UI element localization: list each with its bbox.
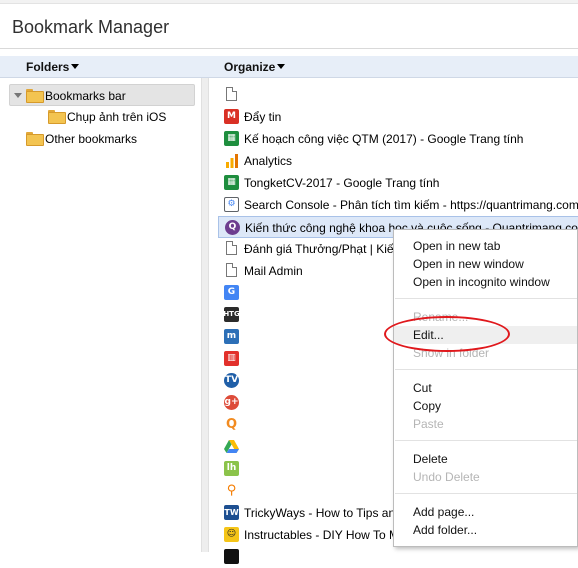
bookmark-row[interactable]: M Đẩy tin [218, 106, 578, 128]
tv-icon: TV [224, 373, 239, 388]
menu-item-open-new-window[interactable]: Open in new window [394, 255, 577, 273]
blank-page-icon [226, 241, 237, 255]
header-divider [0, 48, 578, 49]
menu-item-add-folder[interactable]: Add folder... [394, 521, 577, 539]
bookmark-row[interactable] [218, 546, 578, 568]
bookmark-row[interactable]: ▦ Kế hoạch công việc QTM (2017) - Google … [218, 128, 578, 150]
tree-item-other-bookmarks[interactable]: Other bookmarks [26, 128, 137, 150]
lifehacker-icon: lh [224, 461, 239, 476]
tree-item-label: Bookmarks bar [45, 89, 126, 103]
menu-item-undo-delete: Undo Delete [413, 470, 480, 484]
bookmark-title: Instructables - DIY How To M [244, 528, 399, 542]
bookmark-title: Kế hoạch công việc QTM (2017) - Google T… [244, 132, 524, 146]
tree-item-label: Other bookmarks [45, 132, 138, 146]
instructables-icon: ☺ [224, 527, 239, 542]
bookmark-title: Mail Admin [244, 264, 303, 278]
bookmark-row[interactable]: ⚙ Search Console - Phân tích tìm kiếm - h… [218, 194, 578, 216]
bookmark-row[interactable] [218, 84, 578, 106]
folder-icon [48, 110, 66, 124]
menu-item-copy[interactable]: Copy [394, 397, 577, 415]
bookmark-title: Search Console - Phân tích tìm kiếm - ht… [244, 198, 578, 212]
tree-item-bookmarks-bar[interactable]: Bookmarks bar [9, 84, 195, 106]
bookmark-title: TrickyWays - How to Tips an [244, 506, 396, 520]
google-sheets-icon: ▦ [224, 131, 239, 146]
analytics-icon [224, 153, 239, 168]
context-menu: Open in new tab Open in new window Open … [393, 229, 578, 547]
folders-menu-button[interactable]: Folders [26, 60, 80, 74]
organize-label: Organize [224, 60, 276, 74]
tree-item-chup-anh-ios[interactable]: Chụp ảnh trên iOS [48, 106, 166, 128]
expand-triangle-icon[interactable] [14, 93, 22, 98]
makeuseof-icon: m [224, 329, 239, 344]
dark-site-icon [224, 549, 239, 564]
highlight-annotation-oval [384, 316, 510, 352]
search-console-icon: ⚙ [224, 197, 239, 212]
menu-separator [395, 298, 577, 299]
menu-separator [395, 493, 577, 494]
menu-item-add-page[interactable]: Add page... [394, 503, 577, 521]
bookmark-title: Analytics [244, 154, 293, 168]
bookmark-title: TongketCV-2017 - Google Trang tính [244, 176, 440, 190]
caret-down-icon [277, 64, 286, 69]
menu-item-cut[interactable]: Cut [394, 379, 577, 397]
bookmark-row[interactable]: Analytics [218, 150, 578, 172]
gmail-icon: M [224, 109, 239, 124]
gplus-icon: g+ [224, 395, 239, 410]
quantrimang-icon: Q [225, 220, 240, 235]
tree-item-label: Chụp ảnh trên iOS [67, 110, 167, 124]
htg-icon: HTG [223, 307, 240, 322]
pane-splitter[interactable] [201, 78, 209, 552]
menu-item-delete[interactable]: Delete [394, 450, 577, 468]
bookmark-title: Đánh giá Thưởng/Phạt | Kiến [244, 242, 401, 256]
menu-separator [395, 440, 577, 441]
google-drive-icon [224, 439, 239, 454]
column-header-bar: Folders Organize [0, 56, 578, 78]
google-sheets-icon: ▦ [224, 175, 239, 190]
folder-open-icon [26, 89, 44, 103]
folder-icon [26, 132, 44, 146]
window-top-edge [0, 0, 578, 4]
folders-label: Folders [26, 60, 70, 74]
red-book-icon: ▥ [224, 351, 239, 366]
blank-page-icon [226, 87, 237, 101]
menu-item-paste: Paste [413, 417, 444, 431]
location-pin-icon: ⚲ [224, 483, 239, 498]
blank-page-icon [226, 263, 237, 277]
trickyways-icon: TW [224, 505, 239, 520]
search-orange-icon: Q [224, 417, 239, 432]
bookmark-row[interactable]: ▦ TongketCV-2017 - Google Trang tính [218, 172, 578, 194]
google-translate-icon: G [224, 285, 239, 300]
organize-menu-button[interactable]: Organize [224, 60, 286, 74]
menu-item-open-incognito[interactable]: Open in incognito window [394, 273, 577, 291]
app-title: Bookmark Manager [12, 17, 170, 37]
caret-down-icon [71, 64, 80, 69]
menu-separator [395, 369, 577, 370]
menu-item-open-new-tab[interactable]: Open in new tab [394, 237, 577, 255]
bookmark-title: Đẩy tin [244, 110, 282, 124]
